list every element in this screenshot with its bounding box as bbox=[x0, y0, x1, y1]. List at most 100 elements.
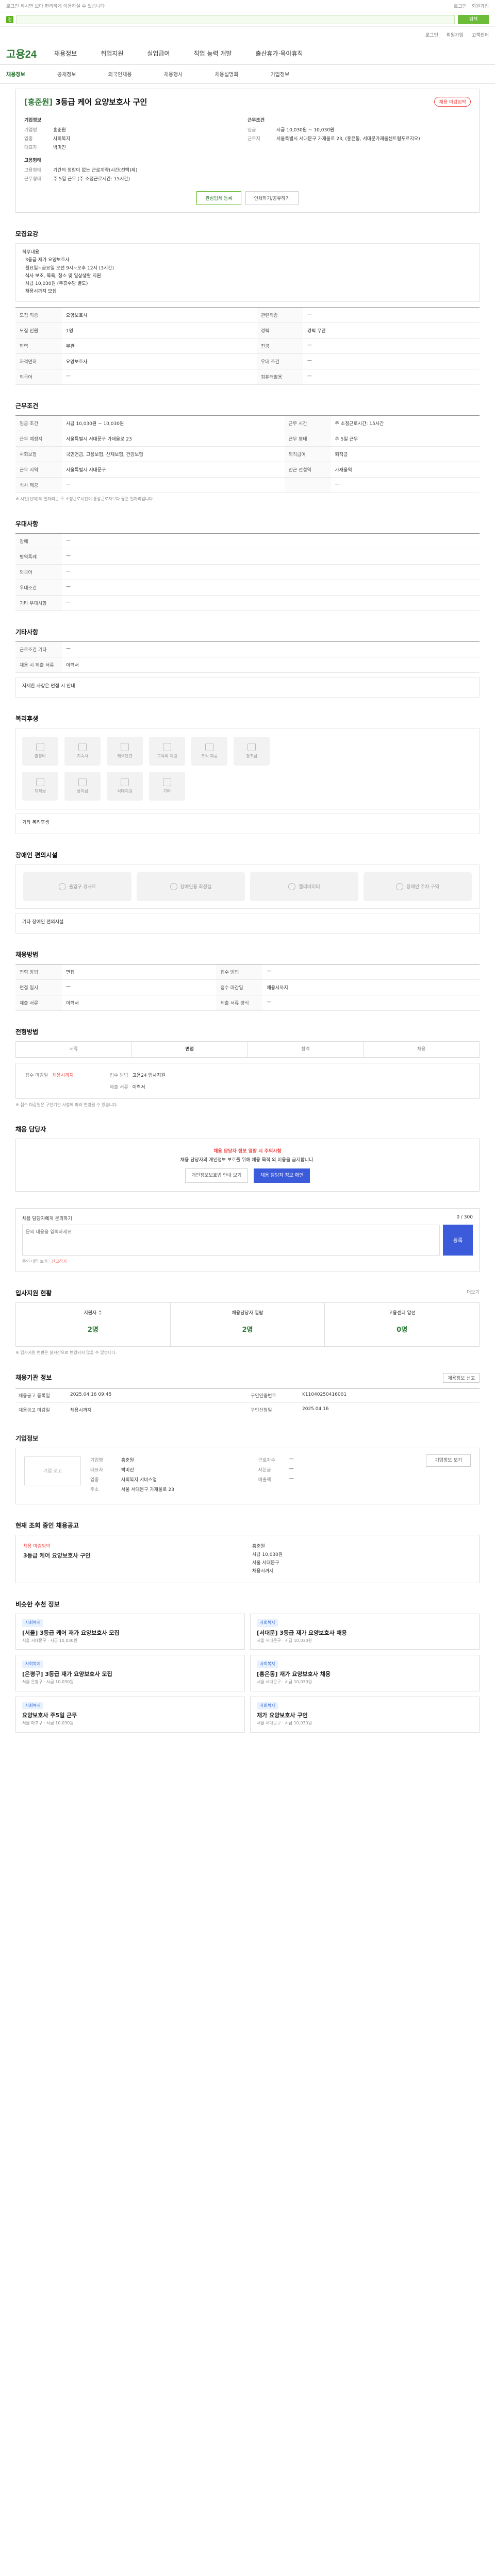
apply-info: 접수 마감일 채용시까지 접수 방법 고용24 입사지원 제출 서류 이력서 bbox=[15, 1062, 480, 1099]
contact-reveal-button[interactable]: 채용 담당자 정보 확인 bbox=[254, 1168, 310, 1183]
related-box: 채용 마감임박 3등급 케어 요양보호사 구인 홍준원 시급 10,030원 서울 … bbox=[15, 1534, 480, 1584]
disability-note: 기타 장애인 편의시설 bbox=[15, 912, 480, 934]
org-logo: 기업 로고 bbox=[24, 1456, 81, 1485]
contact-box: 채용 담당자 정보 열람 시 주의사항 채용 담당자의 개인정보 보호를 위해 … bbox=[15, 1139, 480, 1192]
inquiry-textarea[interactable] bbox=[22, 1224, 440, 1256]
recommend-card[interactable]: 사회복지 [은평구] 3등급 재가 요양보호사 모집 서울 은평구 · 시급 10,… bbox=[15, 1655, 245, 1691]
hiring-method-section: 채용방법 전형 방법 면접 접수 방법 — 면접 일시 — 접수 마감일 채용시까지 제출 … bbox=[15, 950, 480, 1011]
welfare-item: 기숙사 bbox=[64, 736, 101, 766]
hiring-table: 전형 방법 면접 접수 방법 — 면접 일시 — 접수 마감일 채용시까지 제출 서류 이력서… bbox=[15, 963, 480, 1011]
report-link[interactable]: 신고하기 bbox=[52, 1259, 67, 1264]
contact-warning: 채용 담당자 정보 열람 시 주의사항 bbox=[213, 1149, 282, 1155]
step-item: 서류 bbox=[16, 1041, 132, 1057]
share-button[interactable]: 인쇄하기/공유하기 bbox=[245, 191, 299, 205]
duty-box: 직무내용 · 3등급 재가 요양보호사 · 월요일~금요일 오전 9시~오후 12… bbox=[15, 243, 480, 302]
disability-item: 출입구 경사로 bbox=[23, 872, 131, 901]
disability-item: 장애인용 화장실 bbox=[137, 872, 245, 901]
other-section: 기타사항 근로조건 기타 — 채용 시 제출 서류 이력서 자세한 사항은 면접 시… bbox=[15, 628, 480, 698]
recommend-card[interactable]: 사회복지 [홍은동] 재가 요양보호사 채용 서울 서대문구 · 시급 10,030… bbox=[250, 1655, 480, 1691]
contact-section: 채용 담당자 채용 담당자 정보 열람 시 주의사항 채용 담당자의 개인정보 … bbox=[15, 1125, 480, 1192]
welfare-note: 기타 복리후생 bbox=[15, 813, 480, 834]
pref-section: 우대사항 장애 — 병역특례 — 외국어 — 우대조건 — 기타 우대사항 — bbox=[15, 519, 480, 611]
welfare-item: 조식 제공 bbox=[191, 736, 227, 766]
hdr-help[interactable]: 고객센터 bbox=[472, 31, 489, 38]
step-item: 합격 bbox=[248, 1041, 364, 1057]
recommend-card[interactable]: 사회복지 [서대문] 3등급 재가 요양보호사 채용 서울 서대문구 · 시급 10… bbox=[250, 1614, 480, 1650]
welfare-section: 복리후생 출장비 기숙사 체력단련 교육비 지원 조식 제공 경조금 퇴직금 상… bbox=[15, 714, 480, 834]
global-search-bar: 정 검색 bbox=[0, 12, 495, 27]
subnav-briefing[interactable]: 채용설명회 bbox=[214, 70, 238, 78]
meta-section: 채용기관 정보 채용정보 신고 채용공고 등록일 2025.04.16 09:45 … bbox=[15, 1372, 480, 1417]
subnav-jobs[interactable]: 채용정보 bbox=[6, 70, 25, 78]
recommend-section: 비슷한 추천 정보 사회복지 [서울] 3등급 케어 재가 요양보호사 모집 서울 … bbox=[15, 1600, 480, 1733]
welfare-item: 체력단련 bbox=[107, 736, 143, 766]
nav-leave[interactable]: 출산휴가·육아휴직 bbox=[255, 49, 303, 58]
duty-table: 모집 직종 요양보호사 관련직종 — 모집 인원 1명 경력 경력 무관 학력 무관 전공 — 자… bbox=[15, 307, 480, 385]
job-summary-box: [홍준원] 3등급 케어 요양보호사 구인 채용 마감임박 기업정보 기업명 홍준… bbox=[15, 89, 480, 213]
stats-more-link[interactable]: 더보기 bbox=[467, 1289, 480, 1297]
utility-bar: 로그인 하시면 보다 편리하게 이용하실 수 있습니다 로그인 회원가입 bbox=[0, 0, 495, 12]
org-detail-button[interactable]: 기업정보 보기 bbox=[426, 1454, 471, 1467]
disability-grid: 출입구 경사로 장애인용 화장실 엘리베이터 장애인 주차 구역 bbox=[15, 864, 480, 909]
subnav-open[interactable]: 공채정보 bbox=[57, 70, 76, 78]
welfare-item: 경조금 bbox=[234, 736, 270, 766]
utility-text: 로그인 하시면 보다 편리하게 이용하실 수 있습니다 bbox=[6, 4, 105, 9]
other-table: 근로조건 기타 — 채용 시 제출 서류 이력서 bbox=[15, 641, 480, 673]
bookmark-button[interactable]: 관심업체 등록 bbox=[196, 191, 241, 205]
nav-support[interactable]: 취업지원 bbox=[101, 49, 123, 58]
recommend-card[interactable]: 사회복지 요양보호사 주5일 근무 서울 마포구 · 시급 10,030원 bbox=[15, 1696, 245, 1733]
inquiry-history-link[interactable]: 문의 내역 보기 bbox=[22, 1259, 47, 1264]
recommend-card[interactable]: 사회복지 재가 요양보호사 구인 서울 서대문구 · 시급 10,030원 bbox=[250, 1696, 480, 1733]
corp-heading: 기업정보 bbox=[24, 118, 42, 123]
org-box: 기업 로고 기업명 홍준원 대표자 박미진 업종 사회복지 서비스업 주소 서울 서대문… bbox=[15, 1447, 480, 1504]
global-search-button[interactable]: 검색 bbox=[458, 14, 489, 24]
disability-section: 장애인 편의시설 출입구 경사로 장애인용 화장실 엘리베이터 장애인 주차 구… bbox=[15, 851, 480, 934]
step-item: 면접 bbox=[132, 1041, 248, 1057]
login-link[interactable]: 로그인 bbox=[454, 3, 467, 9]
stats-box: 지원자 수 2명 채용담당자 열람 2명 고용센터 알선 0명 bbox=[15, 1302, 480, 1347]
welfare-item: 식대지원 bbox=[107, 771, 143, 801]
welfare-item: 교육비 지원 bbox=[149, 736, 185, 766]
nav-training[interactable]: 직업 능력 개발 bbox=[194, 49, 232, 58]
nav-jobs[interactable]: 채용정보 bbox=[54, 49, 77, 58]
hdr-login[interactable]: 로그인 bbox=[425, 31, 438, 38]
inquiry-box: 채용 담당자에게 문의하기0 / 300 등록 문의 내역 보기 · 신고하기 bbox=[15, 1208, 480, 1272]
step-item: 채용 bbox=[417, 1046, 426, 1052]
subnav-foreign[interactable]: 외국인채용 bbox=[108, 70, 132, 78]
condition-section: 근무조건 임금 조건 시급 10,030원 ~ 10,030원 근무 시간 주 소정근… bbox=[15, 401, 480, 503]
signup-link[interactable]: 회원가입 bbox=[472, 3, 489, 9]
inquiry-submit-button[interactable]: 등록 bbox=[443, 1224, 473, 1256]
privacy-button[interactable]: 개인정보보호법 안내 보기 bbox=[185, 1168, 249, 1183]
pref-table: 장애 — 병역특례 — 외국어 — 우대조건 — 기타 우대사항 — bbox=[15, 533, 480, 611]
report-job-button[interactable]: 채용정보 신고 bbox=[443, 1372, 480, 1383]
header-links: 로그인 회원가입 고객센터 bbox=[0, 27, 495, 42]
condition-table: 임금 조건 시급 10,030원 ~ 10,030원 근무 시간 주 소정근로시간: … bbox=[15, 415, 480, 493]
condition-note: ※ 시간(선택)제 일자리는 주 소정근로시간이 통상근로자보다 짧은 일자리입… bbox=[15, 496, 154, 501]
steps-section: 전형방법 서류 면접 합격 채용 접수 마감일 채용시까지 접수 방법 고용24 입… bbox=[15, 1027, 480, 1109]
req-heading: 고용형태 bbox=[24, 158, 42, 163]
apply-note: ※ 접수 마감일은 구인기관 사정에 따라 변경될 수 있습니다. bbox=[15, 1102, 118, 1107]
subnav-company[interactable]: 기업정보 bbox=[270, 70, 289, 78]
stats-section: 입사지원 현황 더보기 지원자 수 2명 채용담당자 열람 2명 고용센터 알선 0명 … bbox=[15, 1289, 480, 1355]
disability-item: 장애인 주차 구역 bbox=[364, 872, 472, 901]
org-section: 기업정보 기업 로고 기업명 홍준원 대표자 박미진 업종 사회복지 서비스업 주소 서… bbox=[15, 1434, 480, 1504]
nav-unemployment[interactable]: 실업급여 bbox=[147, 49, 170, 58]
duty-section: 모집요강 직무내용 · 3등급 재가 요양보호사 · 월요일~금요일 오전 9시~… bbox=[15, 229, 480, 385]
recommend-cards: 사회복지 [서울] 3등급 케어 재가 요양보호사 모집 서울 서대문구 · 시급 … bbox=[15, 1614, 480, 1733]
welfare-item: 상여금 bbox=[64, 771, 101, 801]
inquiry-section: 채용 담당자에게 문의하기0 / 300 등록 문의 내역 보기 · 신고하기 bbox=[15, 1208, 480, 1272]
welfare-grid: 출장비 기숙사 체력단련 교육비 지원 조식 제공 경조금 퇴직금 상여금 식대… bbox=[15, 727, 480, 809]
global-search-input[interactable] bbox=[16, 14, 455, 24]
subnav-events[interactable]: 채용행사 bbox=[164, 70, 183, 78]
gov-logo-icon: 정 bbox=[6, 15, 13, 23]
hdr-signup[interactable]: 회원가입 bbox=[447, 31, 464, 38]
welfare-item: 퇴직금 bbox=[22, 771, 58, 801]
site-logo[interactable]: 고용24 bbox=[6, 46, 37, 61]
recommend-card[interactable]: 사회복지 [서울] 3등급 케어 재가 요양보호사 모집 서울 서대문구 · 시급 … bbox=[15, 1614, 245, 1650]
steps-bar: 서류 면접 합격 채용 bbox=[15, 1041, 480, 1058]
work-heading: 근무조건 bbox=[248, 118, 265, 123]
main-nav: 고용24 채용정보 취업지원 실업급여 직업 능력 개발 출산휴가·육아휴직 bbox=[0, 42, 495, 65]
meta-table: 채용공고 등록일 2025.04.16 09:45 채용공고 마감일 채용시까지 구… bbox=[15, 1387, 480, 1417]
sub-nav: 채용정보 공채정보 외국인채용 채용행사 채용설명회 기업정보 bbox=[0, 65, 495, 83]
welfare-item: 기타 bbox=[149, 771, 185, 801]
